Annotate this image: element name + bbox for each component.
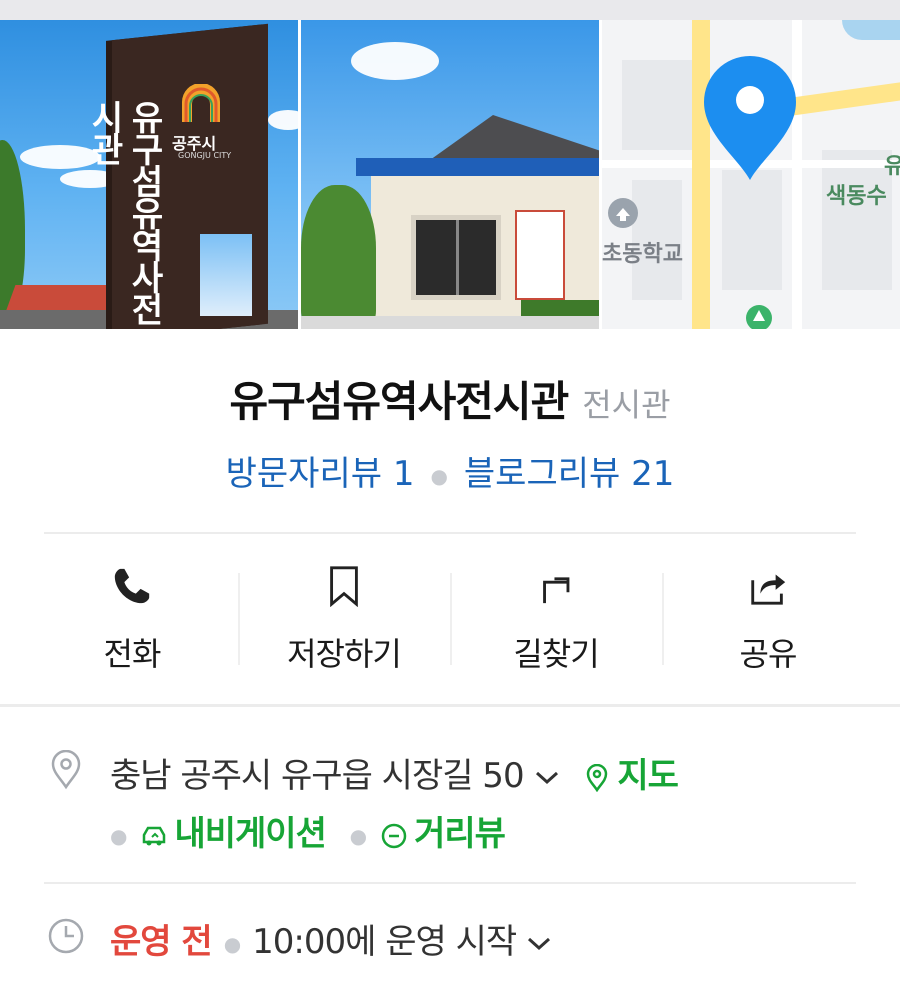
- map-block: [822, 150, 892, 290]
- streetview-icon: [381, 823, 407, 848]
- building-entrance: [411, 215, 501, 300]
- hours-row[interactable]: 운영 전 ● 10:00에 운영 시작: [110, 914, 552, 963]
- address-sub-links: ● 내비게이션 ● 거리뷰: [110, 806, 506, 855]
- divider: [44, 882, 856, 884]
- visitor-review-link[interactable]: 방문자리뷰 1: [226, 454, 415, 494]
- streetview-link[interactable]: 거리뷰: [380, 814, 506, 854]
- sign-window: [196, 230, 256, 320]
- open-status: 운영 전: [110, 922, 213, 962]
- map-river: [842, 20, 900, 40]
- cloud-shape: [60, 170, 120, 188]
- photo-building[interactable]: [301, 20, 599, 329]
- address-text[interactable]: 충남 공주시 유구읍 시장길 50: [110, 756, 525, 796]
- top-status-strip: [0, 0, 900, 20]
- map-block: [722, 170, 782, 290]
- logo-subtext: GONGJU CITY: [178, 151, 232, 160]
- save-button[interactable]: 저장하기: [238, 565, 450, 675]
- address-row: 충남 공주시 유구읍 시장길 50 지도: [110, 748, 679, 797]
- map-link-label: 지도: [617, 756, 679, 796]
- ground-shape: [301, 316, 599, 329]
- cloud-shape: [351, 42, 439, 80]
- hours-detail: 10:00에 운영 시작: [252, 922, 517, 962]
- map-label: 색동수: [826, 184, 887, 209]
- action-bar: 전화 저장하기 길찾기 공유: [26, 565, 874, 675]
- call-button[interactable]: 전화: [26, 565, 238, 675]
- divider: [44, 532, 856, 534]
- building-banner: [515, 210, 565, 300]
- navigation-link[interactable]: 내비게이션: [140, 814, 327, 854]
- place-name: 유구섬유역사전시관: [229, 377, 569, 426]
- navigation-label: 내비게이션: [174, 814, 326, 854]
- phone-icon: [114, 568, 150, 604]
- photo-sign[interactable]: 공주시 GONGJU CITY 유구섬유역사전시관: [0, 20, 298, 329]
- share-button[interactable]: 공유: [662, 565, 874, 675]
- tree-shape: [301, 185, 376, 325]
- bookmark-icon: [330, 566, 358, 607]
- building-blue-trim: [356, 158, 599, 176]
- gongju-logo-icon: [182, 84, 220, 122]
- map-pin-small-icon: [587, 763, 608, 792]
- chevron-down-icon[interactable]: [534, 770, 560, 786]
- share-label: 공유: [739, 635, 798, 673]
- separator-dot: ●: [223, 931, 241, 956]
- sign-text: 유구섬유역사전시관: [84, 100, 164, 324]
- cloud-shape: [268, 110, 298, 130]
- save-label: 저장하기: [287, 635, 402, 673]
- separator-dot: ●: [110, 823, 127, 848]
- place-title-row: 유구섬유역사전시관 전시관: [0, 368, 900, 429]
- streetview-label: 거리뷰: [414, 814, 506, 854]
- directions-icon: [543, 577, 570, 604]
- clock-icon: [48, 918, 84, 954]
- separator-dot: ●: [430, 463, 448, 488]
- call-label: 전화: [103, 635, 162, 673]
- share-icon: [751, 574, 786, 605]
- map-label: 초동학교: [602, 242, 683, 267]
- place-category: 전시관: [582, 386, 671, 424]
- park-map-icon: [746, 305, 772, 329]
- map-link[interactable]: 지도: [583, 756, 679, 796]
- school-map-icon: [608, 198, 638, 228]
- review-row: 방문자리뷰 1 ● 블로그리뷰 21: [0, 446, 900, 495]
- separator-dot: ●: [349, 823, 367, 848]
- map-label: 유: [884, 154, 900, 179]
- blog-review-link[interactable]: 블로그리뷰 21: [464, 454, 674, 494]
- section-divider: [0, 704, 900, 707]
- map-block: [622, 60, 692, 150]
- car-icon: [143, 826, 166, 845]
- directions-label: 길찾기: [513, 635, 599, 673]
- directions-button[interactable]: 길찾기: [450, 565, 662, 675]
- chevron-down-icon[interactable]: [526, 936, 552, 952]
- map-pin-icon: [704, 56, 796, 180]
- location-pin-icon: [51, 750, 81, 790]
